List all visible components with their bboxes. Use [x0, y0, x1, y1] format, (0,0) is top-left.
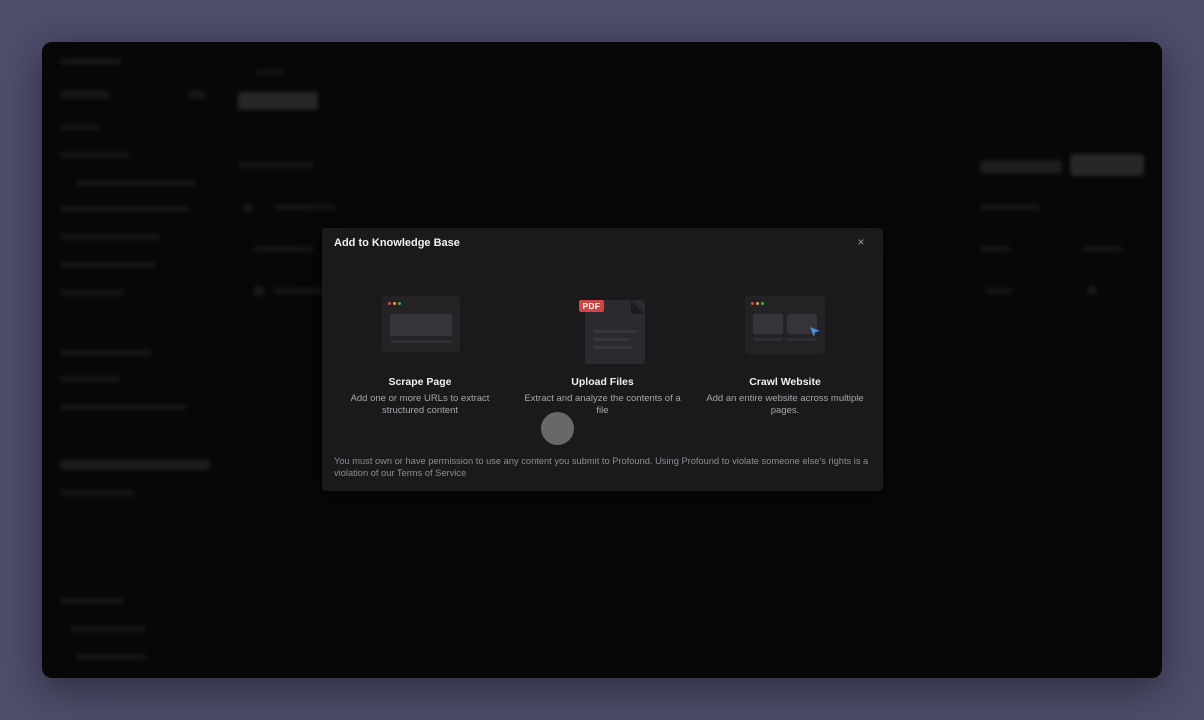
browser-window-icon — [360, 290, 480, 368]
source-options: Scrape Page Add one or more URLs to extr… — [334, 290, 871, 440]
option-description: Add one or more URLs to extract structur… — [350, 393, 490, 416]
option-title: Crawl Website — [749, 376, 821, 388]
content-disclaimer: You must own or have permission to use a… — [334, 455, 869, 479]
option-title: Upload Files — [571, 376, 634, 388]
upload-files-option[interactable]: PDF Upload Files Extract and analyze the… — [517, 290, 689, 440]
terms-of-service-link[interactable]: Terms of Service — [397, 468, 466, 478]
close-button[interactable]: × — [855, 236, 867, 248]
pdf-badge: PDF — [578, 300, 605, 312]
option-description: Extract and analyze the contents of a fi… — [524, 393, 681, 416]
option-title: Scrape Page — [388, 376, 452, 388]
scrape-page-option[interactable]: Scrape Page Add one or more URLs to extr… — [334, 290, 506, 440]
cursor-arrow-icon — [810, 327, 820, 337]
touch-indicator — [541, 412, 574, 445]
option-description: Add an entire website across multiple pa… — [706, 393, 864, 416]
add-knowledge-base-dialog: Add to Knowledge Base × Scrape Page Add … — [322, 228, 883, 491]
crawl-cursor-icon — [725, 290, 845, 368]
dialog-title: Add to Knowledge Base — [334, 237, 460, 249]
pdf-document-icon: PDF — [543, 290, 663, 368]
crawl-website-option[interactable]: Crawl Website Add an entire website acro… — [699, 290, 871, 440]
app-window: Add to Knowledge Base × Scrape Page Add … — [42, 42, 1162, 678]
